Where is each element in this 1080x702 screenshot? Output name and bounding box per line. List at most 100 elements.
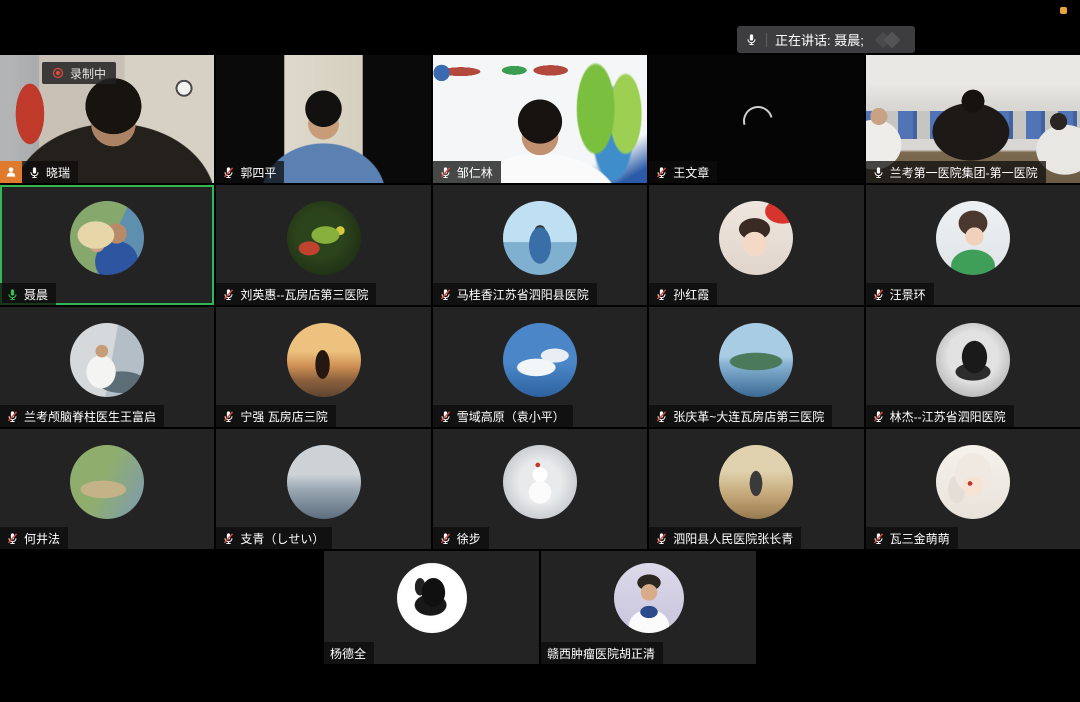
loading-spinner-icon — [738, 101, 779, 142]
participant-label: 瓦三金萌萌 — [866, 527, 958, 549]
participant-avatar — [503, 323, 577, 397]
participant-label-main: 邹仁林 — [433, 161, 501, 183]
participant-label: 何井法 — [0, 527, 68, 549]
participant-name: 兰考颅脑脊柱医生王富启 — [24, 408, 156, 425]
participant-label-main: 林杰--江苏省泗阳医院 — [866, 405, 1014, 427]
participant-tile[interactable]: 张庆革~大连瓦房店第三医院 — [649, 307, 863, 427]
participant-avatar — [287, 201, 361, 275]
meeting-topbar: 正在讲话: 聂晨; — [0, 0, 1080, 55]
participant-avatar — [70, 323, 144, 397]
recording-indicator-text: 录制中 — [70, 65, 106, 82]
participant-avatar — [287, 445, 361, 519]
participant-avatar — [287, 323, 361, 397]
member-badge-icon — [0, 161, 22, 183]
participant-avatar — [70, 201, 144, 275]
participant-name: 支青（しせい） — [240, 530, 324, 547]
participant-label: 汪景环 — [866, 283, 934, 305]
participant-tile[interactable]: 宁强 瓦房店三院 — [216, 307, 430, 427]
participant-name: 雪域高原（袁小平） — [457, 408, 565, 425]
mic-icon — [222, 288, 235, 301]
participant-label-main: 泗阳县人民医院张长青 — [649, 527, 801, 549]
participant-label-main: 聂晨 — [0, 283, 56, 305]
participant-label-main: 兰考颅脑脊柱医生王富启 — [0, 405, 164, 427]
participant-tile[interactable]: 徐步 — [433, 429, 647, 549]
participant-avatar — [719, 445, 793, 519]
participant-name: 瓦三金萌萌 — [890, 530, 950, 547]
mic-icon — [6, 532, 19, 545]
participant-label-main: 马桂香江苏省泗阳县医院 — [433, 283, 597, 305]
participant-avatar — [397, 563, 467, 633]
participant-tile[interactable]: 瓦三金萌萌 — [866, 429, 1080, 549]
participant-label: 泗阳县人民医院张长青 — [649, 527, 801, 549]
participant-label: 雪域高原（袁小平） — [433, 405, 573, 427]
mic-icon — [439, 410, 452, 423]
participant-label: 邹仁林 — [433, 161, 501, 183]
participant-avatar — [936, 445, 1010, 519]
speaking-indicator[interactable]: 正在讲话: 聂晨; — [737, 26, 915, 53]
mic-icon — [439, 166, 452, 179]
record-icon — [52, 67, 64, 79]
participant-name: 泗阳县人民医院张长青 — [673, 530, 793, 547]
mic-icon — [872, 166, 885, 179]
participant-tile[interactable]: 杨德全 — [324, 551, 539, 664]
participant-label-main: 刘英惠--瓦房店第三医院 — [216, 283, 376, 305]
participant-label: 徐步 — [433, 527, 489, 549]
participant-tile[interactable]: 郭四平 — [216, 55, 430, 183]
participant-label: 张庆革~大连瓦房店第三医院 — [649, 405, 832, 427]
participant-tile[interactable]: 刘英惠--瓦房店第三医院 — [216, 185, 430, 305]
mic-icon — [655, 410, 668, 423]
mic-icon — [872, 532, 885, 545]
mic-icon — [222, 410, 235, 423]
participant-label-main: 瓦三金萌萌 — [866, 527, 958, 549]
participant-avatar — [719, 201, 793, 275]
participant-tile[interactable]: 雪域高原（袁小平） — [433, 307, 647, 427]
participant-tile[interactable]: 录制中 晓瑞 — [0, 55, 214, 183]
participant-name: 孙红霞 — [673, 286, 709, 303]
participant-avatar — [936, 323, 1010, 397]
participant-tile[interactable]: 汪景环 — [866, 185, 1080, 305]
participant-label: 马桂香江苏省泗阳县医院 — [433, 283, 597, 305]
recording-indicator: 录制中 — [42, 62, 116, 84]
participant-label-main: 兰考第一医院集团-第一医院 — [866, 161, 1046, 183]
participant-label-main: 张庆革~大连瓦房店第三医院 — [649, 405, 832, 427]
participant-tile[interactable]: 马桂香江苏省泗阳县医院 — [433, 185, 647, 305]
participant-tile[interactable]: 何井法 — [0, 429, 214, 549]
participant-tile[interactable]: 王文章 — [649, 55, 863, 183]
participant-label: 杨德全 — [324, 642, 374, 664]
participant-label: 兰考颅脑脊柱医生王富启 — [0, 405, 164, 427]
mic-icon — [222, 166, 235, 179]
participant-tile[interactable]: 泗阳县人民医院张长青 — [649, 429, 863, 549]
participant-label: 孙红霞 — [649, 283, 717, 305]
pill-divider — [766, 33, 767, 47]
participant-label: 王文章 — [649, 161, 717, 183]
participant-tile[interactable]: 赣西肿瘤医院胡正清 — [541, 551, 756, 664]
participant-label: 宁强 瓦房店三院 — [216, 405, 335, 427]
participant-tile[interactable]: 兰考颅脑脊柱医生王富启 — [0, 307, 214, 427]
participant-tile[interactable]: 邹仁林 — [433, 55, 647, 183]
participant-label-main: 徐步 — [433, 527, 489, 549]
participant-tile[interactable]: 孙红霞 — [649, 185, 863, 305]
mic-icon — [439, 288, 452, 301]
participants-bottom-row: 杨德全 赣西肿瘤医院胡正清 — [324, 551, 756, 664]
participant-label-main: 汪景环 — [866, 283, 934, 305]
mic-icon — [655, 532, 668, 545]
participant-label: 聂晨 — [0, 283, 56, 305]
participant-name: 马桂香江苏省泗阳县医院 — [457, 286, 589, 303]
mic-icon — [6, 288, 19, 301]
participant-name: 聂晨 — [24, 286, 48, 303]
participant-name: 徐步 — [457, 530, 481, 547]
participant-avatar — [719, 323, 793, 397]
participant-label-main: 杨德全 — [324, 642, 374, 664]
participant-label-main: 郭四平 — [216, 161, 284, 183]
speaking-indicator-text: 正在讲话: 聂晨; — [775, 30, 864, 49]
participant-tile[interactable]: 兰考第一医院集团-第一医院 — [866, 55, 1080, 183]
mic-icon — [28, 166, 41, 179]
participant-label-main: 赣西肿瘤医院胡正清 — [541, 642, 663, 664]
notification-dot — [1060, 7, 1067, 14]
participant-tile[interactable]: 聂晨 — [0, 185, 214, 305]
participant-label-main: 王文章 — [649, 161, 717, 183]
participant-tile[interactable]: 支青（しせい） — [216, 429, 430, 549]
participant-name: 王文章 — [673, 164, 709, 181]
participant-label: 晓瑞 — [0, 161, 78, 183]
participant-tile[interactable]: 林杰--江苏省泗阳医院 — [866, 307, 1080, 427]
